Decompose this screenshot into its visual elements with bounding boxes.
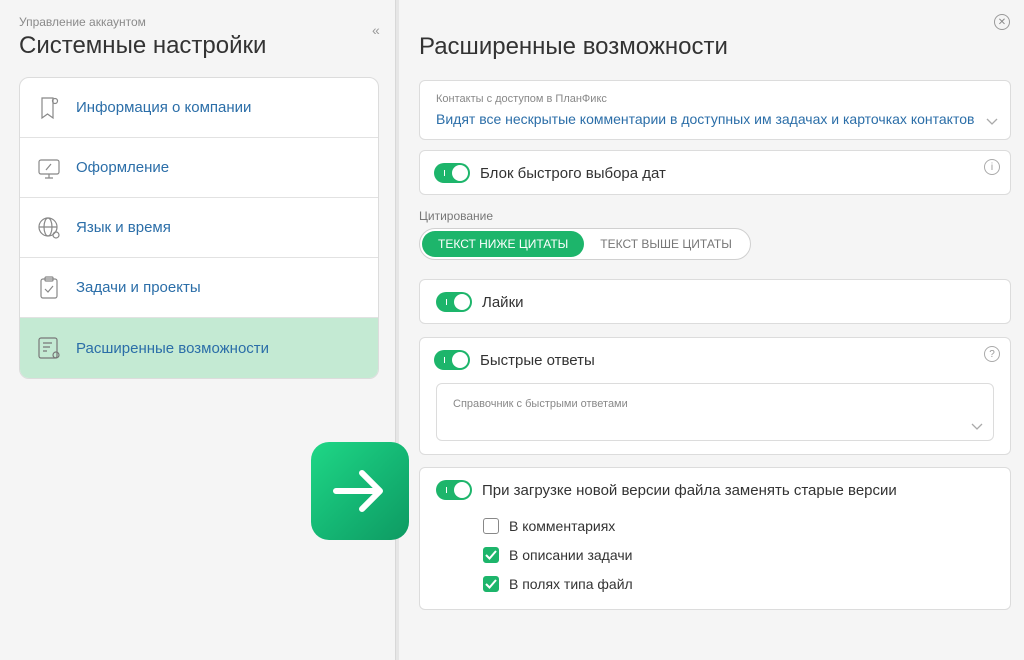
quick-replies-setting: Быстрые ответы ? Справочник с быстрыми о…: [419, 337, 1011, 455]
globe-gear-icon: [34, 213, 64, 243]
citation-caption: Цитирование: [419, 209, 494, 223]
info-icon[interactable]: i: [984, 159, 1000, 175]
contacts-access-caption: Контакты с доступом в ПланФикс: [436, 93, 607, 105]
quick-replies-dictionary-caption: Справочник с быстрыми ответами: [453, 398, 628, 410]
likes-toggle[interactable]: [436, 292, 472, 312]
sidebar-item-advanced-features[interactable]: Расширенные возможности: [20, 318, 378, 378]
sidebar-item-label: Язык и время: [76, 219, 171, 236]
sidebar-item-company-info[interactable]: Информация о компании: [20, 78, 378, 138]
sidebar-item-tasks-projects[interactable]: Задачи и проекты: [20, 258, 378, 318]
date-block-label: Блок быстрого выбора дат: [480, 164, 666, 182]
list-gear-icon: [34, 333, 64, 363]
quick-replies-dictionary-select[interactable]: Справочник с быстрыми ответами: [436, 383, 994, 441]
company-badge-icon: [34, 93, 64, 123]
arrow-right-icon: [311, 442, 409, 540]
check-icon: [485, 550, 497, 560]
checkbox-file-fields[interactable]: [483, 576, 499, 592]
file-versions-option-comments: В комментариях: [483, 518, 615, 534]
sidebar-subtitle: Управление аккаунтом: [19, 15, 146, 29]
date-block-setting: Блок быстрого выбора дат i: [419, 150, 1011, 195]
likes-setting: Лайки: [419, 279, 1011, 324]
file-versions-toggle[interactable]: [436, 480, 472, 500]
file-versions-option-file-fields: В полях типа файл: [483, 576, 633, 592]
help-icon[interactable]: ?: [984, 346, 1000, 362]
citation-option-below[interactable]: ТЕКСТ НИЖЕ ЦИТАТЫ: [422, 231, 585, 257]
sidebar-item-appearance[interactable]: Оформление: [20, 138, 378, 198]
sidebar-item-language-time[interactable]: Язык и время: [20, 198, 378, 258]
settings-sidebar: Управление аккаунтом Системные настройки…: [0, 0, 397, 660]
checkbox-comments[interactable]: [483, 518, 499, 534]
contacts-access-select[interactable]: Контакты с доступом в ПланФикс Видят все…: [419, 80, 1011, 140]
quick-replies-label: Быстрые ответы: [480, 351, 595, 369]
file-versions-option-description: В описании задачи: [483, 547, 632, 563]
monitor-pen-icon: [34, 153, 64, 183]
citation-option-above[interactable]: ТЕКСТ ВЫШЕ ЦИТАТЫ: [584, 231, 748, 257]
contacts-access-value: Видят все нескрытые комментарии в доступ…: [436, 111, 975, 127]
chevron-down-icon: [986, 113, 998, 131]
clipboard-check-icon: [34, 273, 64, 303]
sidebar-title: Системные настройки: [19, 32, 267, 59]
file-versions-setting: При загрузке новой версии файла заменять…: [419, 467, 1011, 610]
quick-replies-toggle[interactable]: [434, 350, 470, 370]
option-label: В описании задачи: [509, 547, 633, 563]
option-label: В комментариях: [509, 518, 616, 534]
citation-switch: ТЕКСТ НИЖЕ ЦИТАТЫ ТЕКСТ ВЫШЕ ЦИТАТЫ: [419, 228, 751, 260]
chevron-down-icon: [971, 418, 983, 436]
likes-label: Лайки: [482, 293, 524, 311]
checkbox-description[interactable]: [483, 547, 499, 563]
page-title: Расширенные возможности: [419, 33, 728, 60]
date-block-toggle[interactable]: [434, 163, 470, 183]
option-label: В полях типа файл: [509, 576, 633, 592]
close-icon[interactable]: ✕: [994, 14, 1010, 30]
sidebar-item-label: Расширенные возможности: [76, 339, 270, 357]
sidebar-item-label: Информация о компании: [76, 99, 252, 116]
sidebar-item-label: Задачи и проекты: [76, 279, 201, 296]
advanced-features-panel: ✕ Расширенные возможности Контакты с дос…: [399, 0, 1024, 660]
settings-menu: Информация о компании Оформление Язык и …: [19, 77, 379, 379]
check-icon: [485, 579, 497, 589]
file-versions-label: При загрузке новой версии файла заменять…: [482, 481, 897, 499]
collapse-sidebar-button[interactable]: «: [372, 22, 380, 38]
sidebar-item-label: Оформление: [76, 159, 170, 176]
